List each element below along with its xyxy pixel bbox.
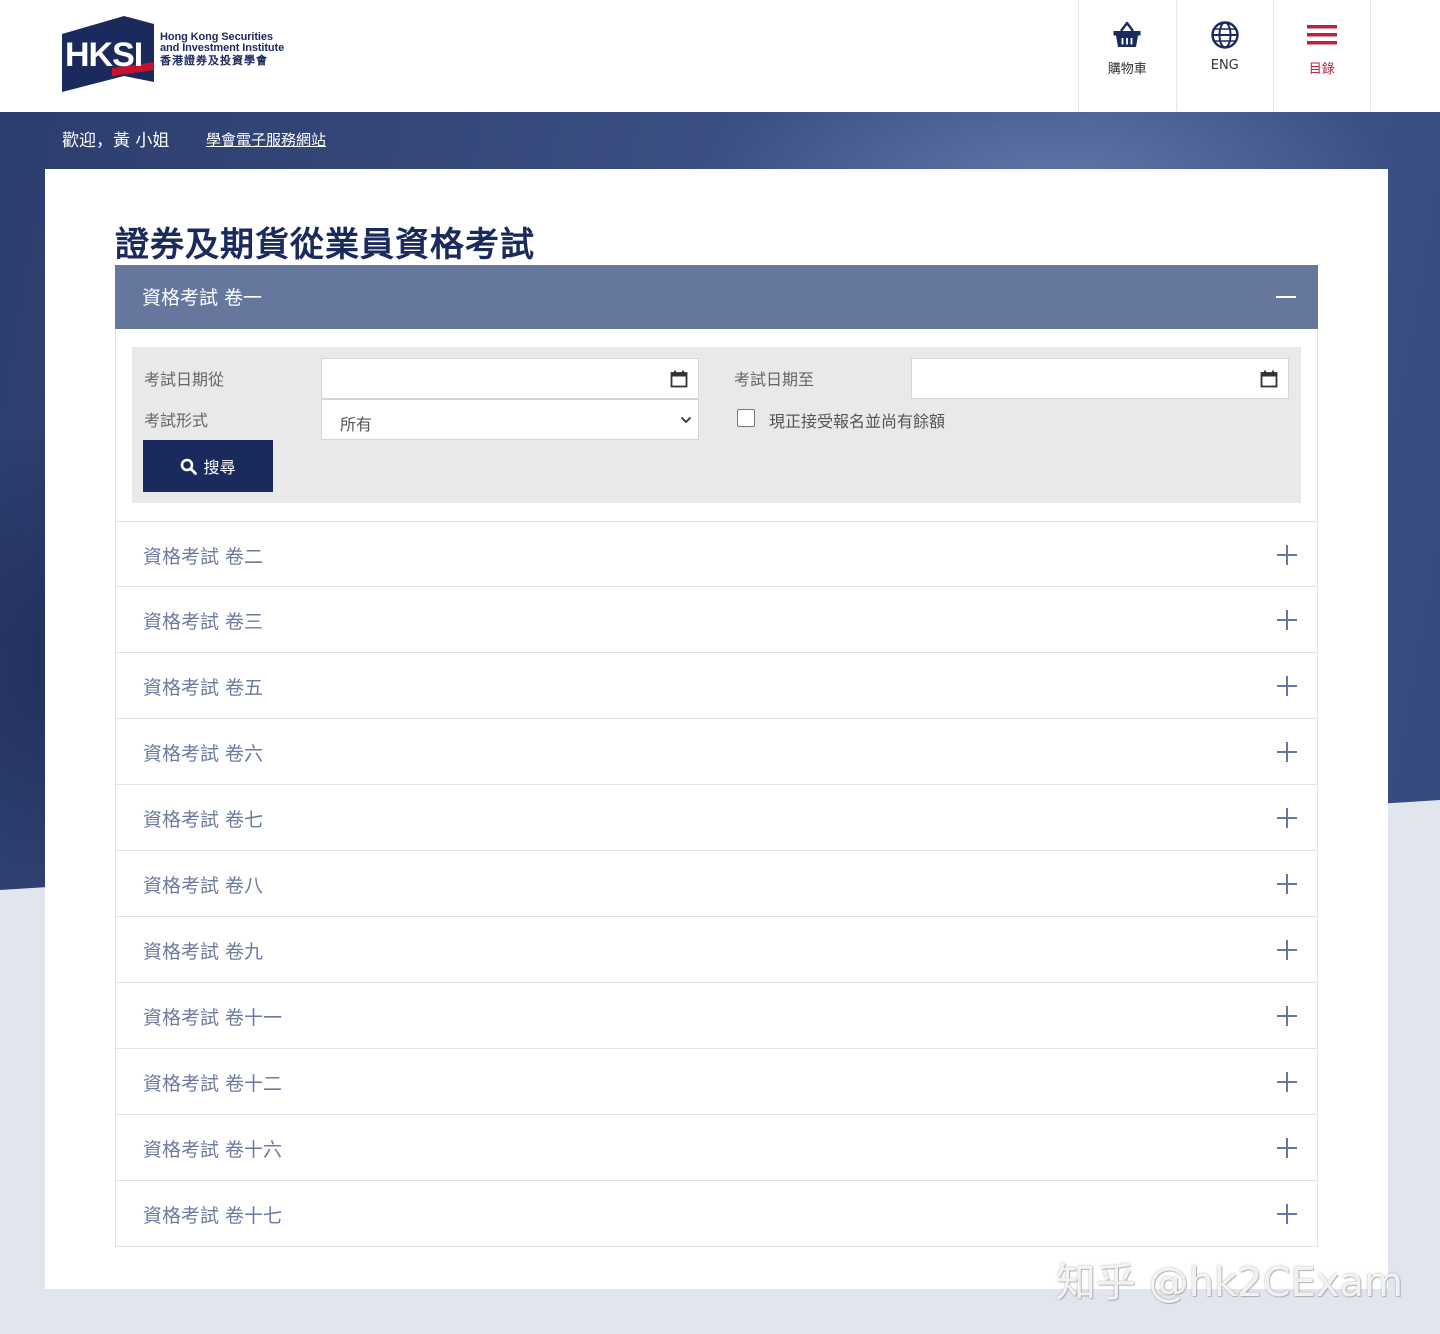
- date-to-label: 考試日期至: [734, 370, 815, 389]
- exam-accordion: 資格考試 卷一 考試日期從 考試日期至 考試形式 所有 現正接受報名並尚有餘額 …: [115, 265, 1318, 1247]
- accordion-title: 資格考試 卷七: [143, 809, 264, 831]
- nav-menu-label: 目錄: [1308, 62, 1335, 77]
- zhihu-watermark: 知乎 @hk2CExam: [1056, 1260, 1404, 1306]
- accordion-collapsed-list: 資格考試 卷二 資格考試 卷三 資格考試 卷五 資格考試 卷六 資格考試 卷七 資格考試 …: [115, 521, 1318, 1247]
- nav-cart-label: 購物車: [1107, 62, 1147, 77]
- expand-plus-icon: [1277, 610, 1297, 630]
- date-to-input[interactable]: [911, 358, 1289, 399]
- accordion-title: 資格考試 卷六: [143, 743, 264, 765]
- hksi-logo-text: Hong Kong Securities and Investment Inst…: [160, 32, 284, 68]
- site-header: HKSI Hong Kong Securities and Investment…: [0, 0, 1440, 112]
- calendar-icon: [1260, 370, 1278, 388]
- hksi-logo-mark: HKSI: [62, 16, 154, 92]
- logo-name-zh: 香港證券及投資學會: [160, 55, 268, 67]
- accordion-title: 資格考試 卷八: [143, 875, 264, 897]
- expand-plus-icon: [1277, 1072, 1297, 1092]
- accordion-title: 資格考試 卷十一: [143, 1007, 283, 1029]
- calendar-icon: [670, 370, 688, 388]
- accordion-row[interactable]: 資格考試 卷三: [115, 587, 1318, 653]
- open-for-enrolment-checkbox[interactable]: [737, 409, 755, 427]
- nav-cart-button[interactable]: 購物車: [1078, 0, 1176, 111]
- accordion-row[interactable]: 資格考試 卷八: [115, 851, 1318, 917]
- accordion-row[interactable]: 資格考試 卷七: [115, 785, 1318, 851]
- accordion-row[interactable]: 資格考試 卷六: [115, 719, 1318, 785]
- collapse-minus-icon: [1276, 296, 1296, 298]
- main-content-card: 證券及期貨從業員資格考試 資格考試 卷一 考試日期從 考試日期至 考試形式 所有…: [45, 169, 1388, 1289]
- globe-icon: [1211, 21, 1239, 49]
- date-from-input[interactable]: [321, 358, 699, 399]
- nav-language-button[interactable]: ENG: [1175, 0, 1274, 111]
- top-nav: 購物車 ENG 目錄: [1078, 0, 1371, 111]
- exam-format-select[interactable]: 所有: [321, 399, 699, 440]
- accordion-header-paper-1[interactable]: 資格考試 卷一: [115, 265, 1318, 329]
- expand-plus-icon: [1277, 1006, 1297, 1026]
- accordion-title: 資格考試 卷一: [142, 287, 263, 309]
- nav-language-label: ENG: [1210, 58, 1239, 73]
- page-title: 證券及期貨從業員資格考試: [115, 225, 535, 265]
- open-for-enrolment-label: 現正接受報名並尚有餘額: [769, 412, 946, 431]
- svg-text:HKSI: HKSI: [65, 36, 142, 74]
- accordion-title: 資格考試 卷三: [143, 611, 264, 633]
- search-icon: [181, 458, 198, 475]
- menu-icon: [1306, 25, 1337, 45]
- accordion-title: 資格考試 卷二: [143, 546, 264, 568]
- expand-plus-icon: [1277, 808, 1297, 828]
- accordion-row[interactable]: 資格考試 卷十二: [115, 1049, 1318, 1115]
- accordion-title: 資格考試 卷五: [143, 677, 264, 699]
- accordion-row[interactable]: 資格考試 卷十七: [115, 1181, 1318, 1247]
- accordion-title: 資格考試 卷十七: [143, 1205, 283, 1227]
- nav-menu-button[interactable]: 目錄: [1273, 0, 1371, 111]
- search-button-label: 搜尋: [203, 458, 236, 477]
- welcome-message: 歡迎，黃 小姐: [62, 131, 170, 151]
- chevron-down-icon: [680, 416, 692, 424]
- expand-plus-icon: [1277, 874, 1297, 894]
- accordion-title: 資格考試 卷十二: [143, 1073, 283, 1095]
- accordion-row[interactable]: 資格考試 卷五: [115, 653, 1318, 719]
- accordion-row[interactable]: 資格考試 卷二: [115, 521, 1318, 587]
- e-services-portal-link[interactable]: 學會電子服務網站: [206, 129, 326, 150]
- expand-plus-icon: [1277, 676, 1297, 696]
- accordion-title: 資格考試 卷十六: [143, 1139, 283, 1161]
- exam-format-label: 考試形式: [144, 411, 209, 430]
- expand-plus-icon: [1277, 940, 1297, 960]
- expand-plus-icon: [1277, 545, 1297, 565]
- expand-plus-icon: [1277, 742, 1297, 762]
- hksi-logo[interactable]: HKSI Hong Kong Securities and Investment…: [62, 16, 302, 94]
- accordion-row[interactable]: 資格考試 卷十一: [115, 983, 1318, 1049]
- expand-plus-icon: [1277, 1138, 1297, 1158]
- date-from-label: 考試日期從: [144, 370, 225, 389]
- accordion-title: 資格考試 卷九: [143, 941, 264, 963]
- expand-plus-icon: [1277, 1204, 1297, 1224]
- accordion-row[interactable]: 資格考試 卷十六: [115, 1115, 1318, 1181]
- search-filter-panel: 考試日期從 考試日期至 考試形式 所有 現正接受報名並尚有餘額 搜尋: [132, 347, 1301, 503]
- accordion-row[interactable]: 資格考試 卷九: [115, 917, 1318, 983]
- basket-icon: [1113, 21, 1141, 47]
- accordion-body-paper-1: 考試日期從 考試日期至 考試形式 所有 現正接受報名並尚有餘額 搜尋: [115, 329, 1318, 521]
- search-button[interactable]: 搜尋: [143, 440, 273, 492]
- logo-name-en-2: and Investment Institute: [160, 42, 285, 54]
- exam-format-value: 所有: [340, 415, 373, 434]
